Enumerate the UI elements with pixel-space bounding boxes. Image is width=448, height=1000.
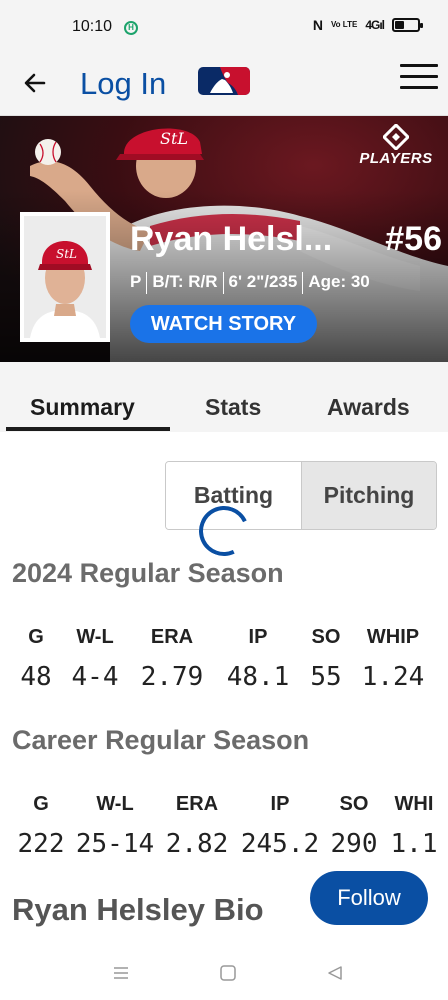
- pitching-option[interactable]: Pitching: [301, 462, 436, 529]
- stat-header: W-L: [96, 793, 134, 815]
- back-triangle-icon[interactable]: [326, 964, 344, 982]
- follow-button[interactable]: Follow: [310, 871, 428, 925]
- stat-header: G: [28, 626, 44, 648]
- menu-icon[interactable]: [400, 64, 438, 92]
- stat-header: IP: [270, 793, 290, 815]
- player-hero: StL PLAYERS StL Ryan Helsl... #56: [0, 116, 448, 362]
- stat-header: SO: [339, 793, 369, 815]
- jersey-number: #56: [385, 220, 442, 258]
- stat-header: WHI: [394, 793, 434, 815]
- tab-summary[interactable]: Summary: [30, 394, 135, 421]
- players-wordmark: PLAYERS: [359, 150, 433, 167]
- stat-value: 290: [330, 829, 378, 859]
- profile-tabs: Summary Stats Awards: [0, 362, 448, 432]
- volte-icon: Vo LTE: [330, 20, 358, 29]
- stat-header: W-L: [76, 626, 114, 648]
- stat-value: 2.79: [140, 662, 204, 692]
- recents-menu-icon[interactable]: [112, 964, 130, 982]
- headshot-image: StL: [24, 216, 106, 338]
- login-link[interactable]: Log In: [80, 66, 166, 102]
- stat-value: 245.2: [240, 829, 320, 859]
- player-name: Ryan Helsl...: [130, 220, 333, 258]
- stat-header: ERA: [150, 626, 194, 648]
- season-stats-title: 2024 Regular Season: [12, 558, 284, 588]
- player-age: Age: 30: [308, 272, 370, 291]
- stat-header: IP: [248, 626, 268, 648]
- player-meta: P B/T: R/R 6' 2"/235 Age: 30: [130, 272, 370, 294]
- player-position: P: [130, 272, 142, 291]
- clock: 10:10: [72, 18, 113, 35]
- bats-throws: B/T: R/R: [152, 272, 218, 291]
- home-square-icon[interactable]: [219, 964, 237, 982]
- system-nav-bar: [0, 948, 448, 1000]
- back-arrow-icon[interactable]: [20, 68, 50, 98]
- active-tab-indicator: [6, 427, 170, 431]
- tab-stats[interactable]: Stats: [205, 394, 261, 421]
- players-diamond-icon: [383, 124, 409, 150]
- status-bar: 10:10 H N Vo LTE 4Gıl: [0, 0, 448, 56]
- nfc-icon: N: [312, 17, 323, 33]
- tab-awards[interactable]: Awards: [327, 394, 410, 421]
- player-name-row: Ryan Helsl... #56: [130, 220, 448, 259]
- notification-app-icon: H: [124, 21, 138, 35]
- mlb-players-logo: PLAYERS: [354, 124, 438, 172]
- watch-story-button[interactable]: WATCH STORY: [130, 305, 317, 343]
- player-headshot: StL: [20, 212, 110, 342]
- stat-value: 55: [310, 662, 342, 692]
- top-nav: Log In: [0, 56, 448, 116]
- stat-value: 1.24: [361, 662, 425, 692]
- stat-value: 222: [17, 829, 65, 859]
- stat-header: WHIP: [366, 626, 420, 648]
- system-icons: N Vo LTE 4Gıl: [312, 17, 423, 33]
- bio-title: Ryan Helsley Bio: [12, 892, 264, 927]
- battery-icon: [392, 18, 423, 32]
- mlb-logo-icon[interactable]: [198, 67, 250, 95]
- network-type: 4G: [365, 18, 380, 32]
- stat-value: 48.1: [226, 662, 290, 692]
- stat-value: 25-14: [75, 829, 155, 859]
- svg-text:StL: StL: [56, 247, 77, 261]
- signal-icon: 4Gıl: [365, 18, 385, 32]
- stat-header: G: [33, 793, 49, 815]
- stat-value: 4-4: [71, 662, 119, 692]
- stat-header: SO: [311, 626, 341, 648]
- career-stats-title: Career Regular Season: [12, 725, 310, 755]
- height-weight: 6' 2"/235: [228, 272, 298, 291]
- stat-value: 48: [20, 662, 52, 692]
- stat-value: 2.82: [165, 829, 229, 859]
- stat-value: 1.1: [390, 829, 438, 859]
- stat-header: ERA: [175, 793, 219, 815]
- battery-fill: [395, 21, 404, 29]
